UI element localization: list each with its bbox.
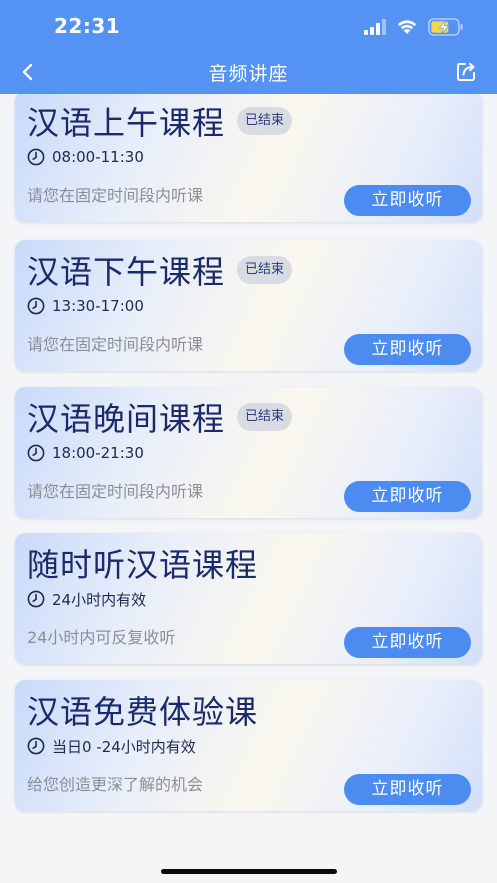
- course-title: 汉语下午课程: [27, 253, 226, 291]
- listen-now-button[interactable]: 立即收听: [344, 481, 471, 512]
- course-title-row: 随时听汉语课程: [27, 541, 258, 585]
- course-card[interactable]: 汉语晚间课程 已结束 18:00-21:30 请您在固定时间段内听课 立即收听: [15, 387, 482, 518]
- course-description: 24小时内可反复收听: [27, 628, 176, 647]
- course-time: 13:30-17:00: [52, 297, 144, 315]
- course-time-row: 24小时内有效: [27, 589, 146, 609]
- course-card[interactable]: 汉语下午课程 已结束 13:30-17:00 请您在固定时间段内听课 立即收听: [15, 240, 482, 371]
- share-button[interactable]: [452, 58, 480, 86]
- home-indicator[interactable]: [161, 869, 337, 874]
- share-icon: [457, 62, 475, 81]
- course-time: 18:00-21:30: [52, 444, 144, 462]
- clock-icon: [27, 590, 45, 608]
- course-card[interactable]: 汉语上午课程 已结束 08:00-11:30 请您在固定时间段内听课 立即收听: [15, 94, 482, 222]
- course-time: 当日0 -24小时内有效: [52, 737, 196, 756]
- status-badge: 已结束: [237, 403, 293, 431]
- clock-icon: [27, 444, 45, 462]
- course-card[interactable]: 汉语免费体验课 当日0 -24小时内有效 给您创造更深了解的机会 立即收听: [15, 680, 482, 811]
- clock-icon: [27, 148, 45, 166]
- clock-icon: [27, 297, 45, 315]
- course-description: 请您在固定时间段内听课: [27, 335, 204, 354]
- course-title-row: 汉语免费体验课: [27, 688, 258, 732]
- course-title: 汉语晚间课程: [27, 400, 226, 438]
- wifi-icon: [397, 20, 417, 34]
- status-time: 22:31: [54, 14, 121, 38]
- course-time-row: 13:30-17:00: [27, 296, 144, 316]
- course-time-row: 当日0 -24小时内有效: [27, 736, 196, 756]
- listen-now-button[interactable]: 立即收听: [344, 774, 471, 805]
- course-title: 汉语上午课程: [27, 104, 226, 142]
- course-description: 给您创造更深了解的机会: [27, 775, 204, 794]
- course-title-row: 汉语下午课程 已结束: [27, 248, 293, 292]
- course-title: 随时听汉语课程: [27, 546, 259, 584]
- top-bar: 22:31 音频讲座: [0, 0, 497, 94]
- status-badge: 已结束: [237, 256, 293, 284]
- course-title: 汉语免费体验课: [27, 693, 259, 731]
- course-description: 请您在固定时间段内听课: [27, 186, 204, 205]
- battery-charging-icon: [428, 18, 463, 36]
- course-title-row: 汉语上午课程 已结束: [27, 99, 293, 143]
- course-list[interactable]: 汉语上午课程 已结束 08:00-11:30 请您在固定时间段内听课 立即收听 …: [0, 94, 497, 883]
- status-bar: 22:31: [0, 0, 497, 50]
- course-time-row: 18:00-21:30: [27, 443, 144, 463]
- status-badge: 已结束: [237, 107, 293, 135]
- clock-icon: [27, 737, 45, 755]
- course-title-row: 汉语晚间课程 已结束: [27, 395, 293, 439]
- page-title: 音频讲座: [208, 63, 289, 85]
- course-time-row: 08:00-11:30: [27, 147, 144, 167]
- course-time: 24小时内有效: [52, 590, 147, 609]
- course-time: 08:00-11:30: [52, 148, 144, 166]
- course-card[interactable]: 随时听汉语课程 24小时内有效 24小时内可反复收听 立即收听: [15, 533, 482, 664]
- cellular-signal-icon: [364, 19, 386, 35]
- course-description: 请您在固定时间段内听课: [27, 482, 204, 501]
- listen-now-button[interactable]: 立即收听: [344, 185, 471, 216]
- listen-now-button[interactable]: 立即收听: [344, 627, 471, 658]
- listen-now-button[interactable]: 立即收听: [344, 334, 471, 365]
- navigation-bar: 音频讲座: [0, 50, 497, 94]
